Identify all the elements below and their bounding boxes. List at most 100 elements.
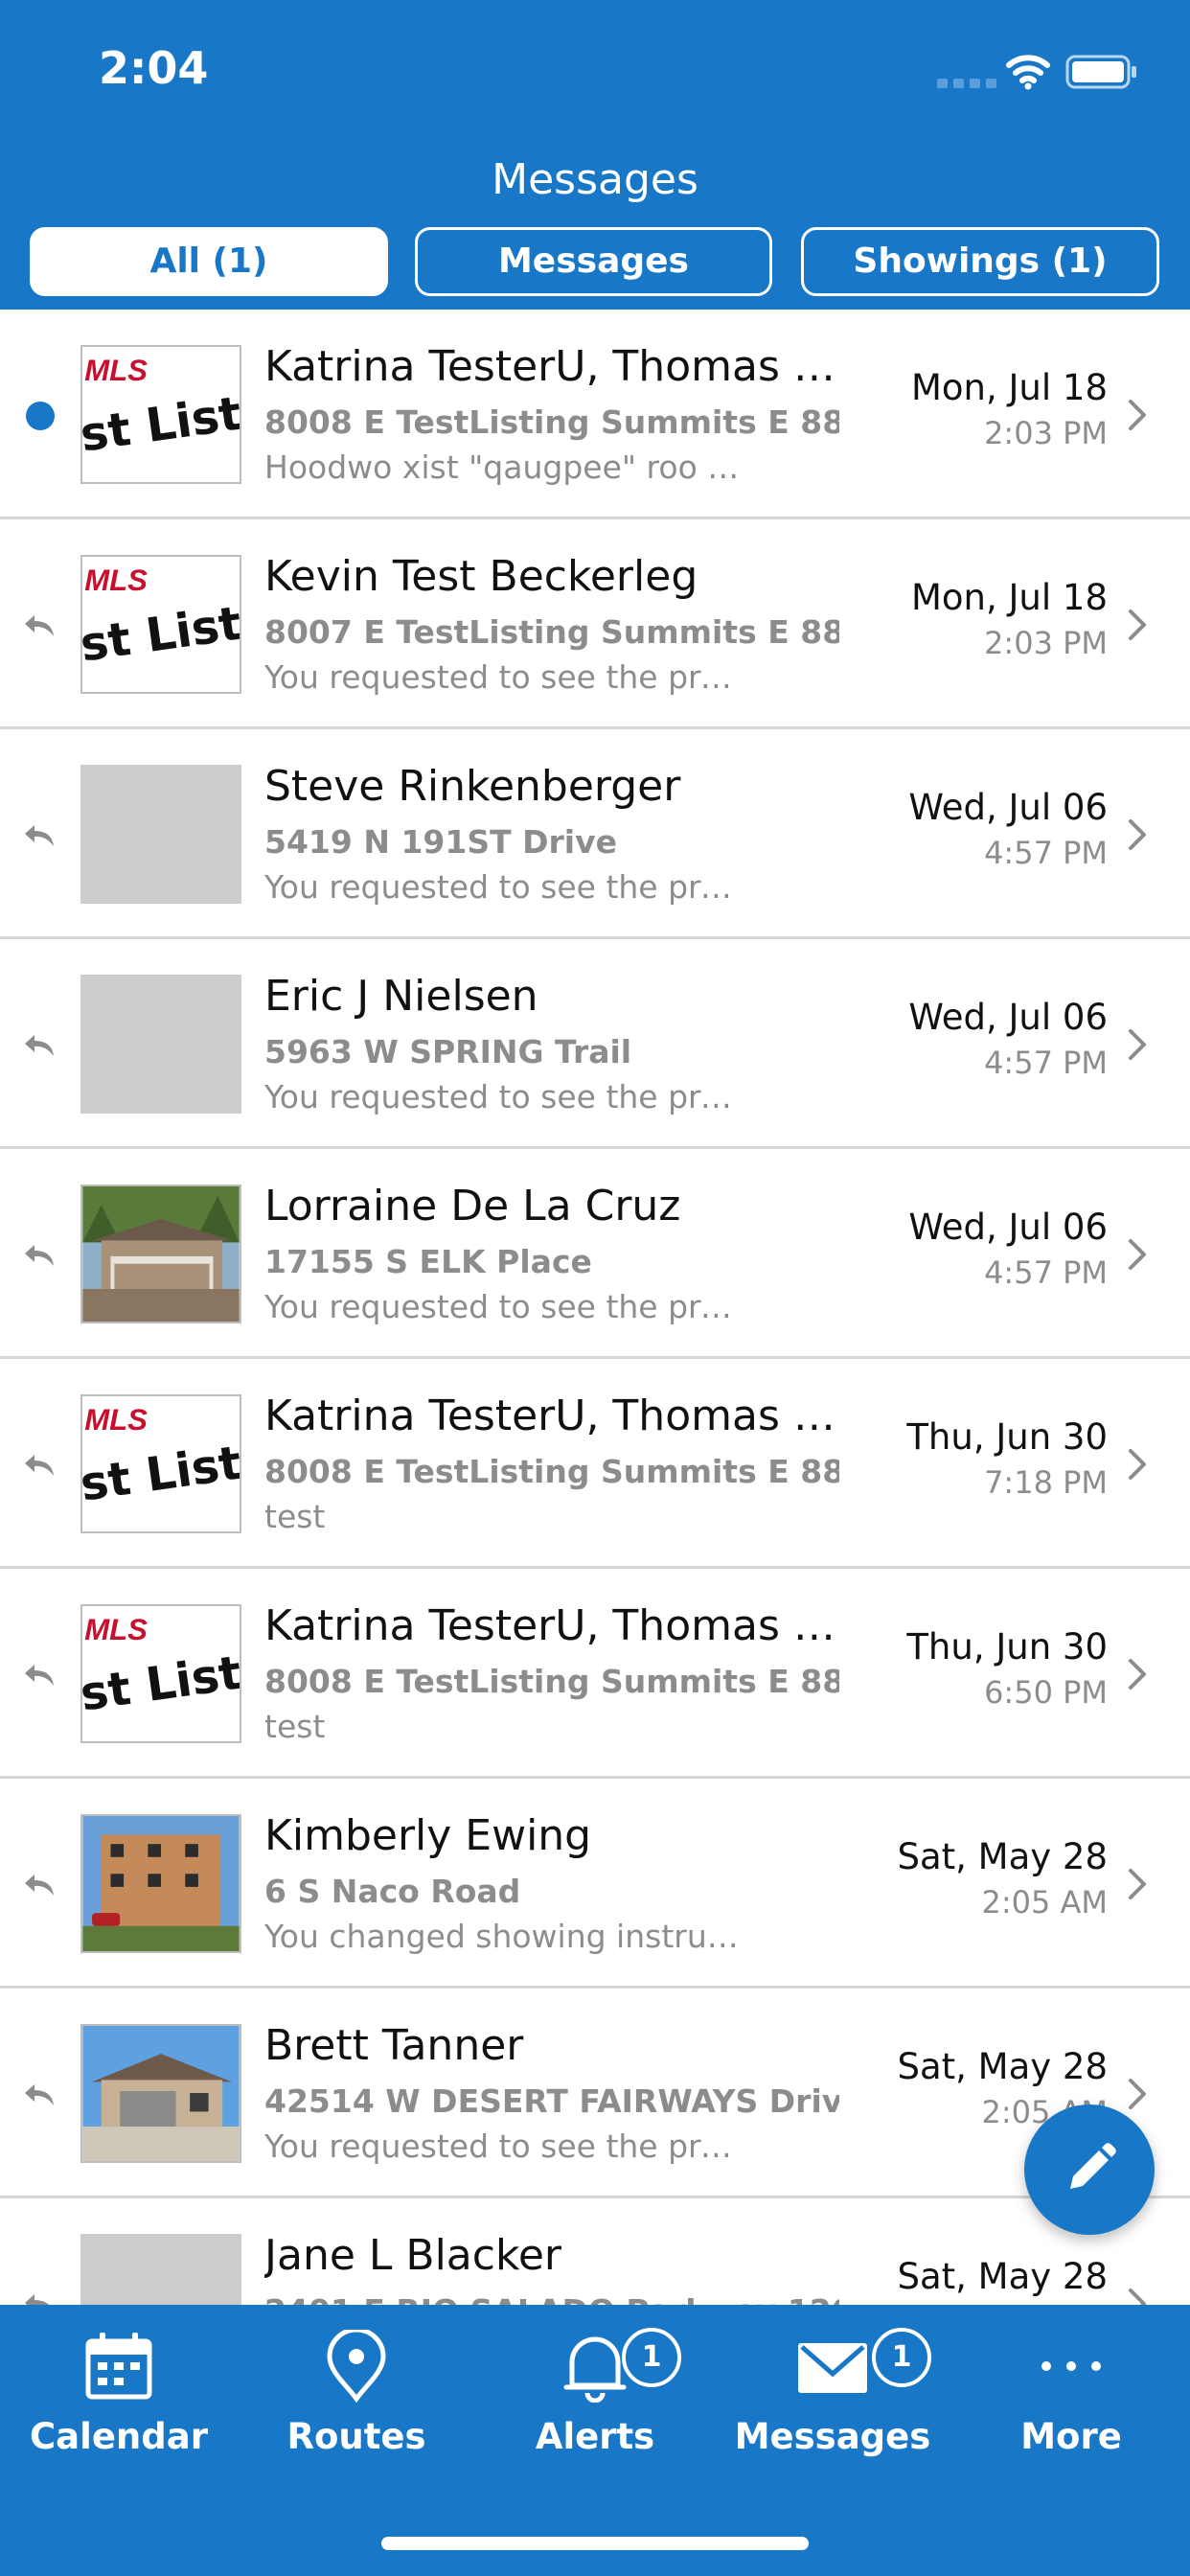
reply-icon <box>25 1035 54 1056</box>
calendar-icon <box>85 2333 152 2400</box>
map-pin-icon <box>327 2330 386 2403</box>
message-row[interactable]: MLS st Listin Katrina TesterU, Thomas Te… <box>0 310 1190 519</box>
message-date: Thu, Jun 30 <box>906 1416 1108 1458</box>
message-row[interactable]: Lorraine De La Cruz 17155 S ELK Place Yo… <box>0 1149 1190 1359</box>
contact-name: Kimberly Ewing <box>264 1811 592 1860</box>
listing-address: 8008 E TestListing Summits E 88 <box>264 1663 839 1700</box>
contact-name: Katrina TesterU, Thomas Te… <box>264 1601 851 1650</box>
message-date: Mon, Jul 18 <box>910 577 1108 618</box>
message-time: 7:18 PM <box>984 1464 1108 1501</box>
status-time: 2:04 <box>99 42 209 94</box>
compose-button[interactable] <box>1024 2104 1155 2235</box>
chevron-right-icon <box>1129 1659 1146 1690</box>
message-date: Wed, Jul 06 <box>908 1207 1108 1248</box>
more-dots-icon <box>1041 2361 1101 2371</box>
listing-address: 17155 S ELK Place <box>264 1243 592 1280</box>
listing-address: 8008 E TestListing Summits E 88 <box>264 403 839 441</box>
listing-thumbnail: MLS st Listin <box>80 1604 241 1743</box>
bell-icon <box>563 2336 627 2403</box>
message-row[interactable]: Brett Tanner 42514 W DESERT FAIRWAYS Dri… <box>0 1989 1190 2198</box>
chevron-right-icon <box>1129 2079 1146 2109</box>
contact-name: Katrina TesterU, Thomas Te… <box>264 342 851 391</box>
house-photo-thumbnail <box>82 2026 240 2161</box>
message-date: Sat, May 28 <box>897 1836 1108 1877</box>
listing-thumbnail <box>80 2024 241 2163</box>
listing-address: 8007 E TestListing Summits E 88 <box>264 613 839 651</box>
message-preview: You requested to see the prope… <box>264 2128 744 2165</box>
listing-thumbnail <box>80 975 241 1114</box>
message-date: Sat, May 28 <box>897 2046 1108 2087</box>
message-time: 6:50 PM <box>984 1674 1108 1711</box>
message-time: 4:57 PM <box>984 1045 1108 1081</box>
messages-badge: 1 <box>872 2328 931 2387</box>
chevron-right-icon <box>1129 2288 1146 2305</box>
unread-dot <box>26 402 55 430</box>
building-photo-thumbnail <box>82 1816 240 1951</box>
segment-showings[interactable]: Showings (1) <box>801 227 1159 296</box>
message-preview: Hoodwo xist "qaugpee" roo sti… <box>264 448 744 486</box>
message-date: Wed, Jul 06 <box>908 997 1108 1038</box>
message-time: 4:57 PM <box>984 835 1108 871</box>
contact-name: Steve Rinkenberger <box>264 762 681 811</box>
listing-address: 5419 N 191ST Drive <box>264 823 617 861</box>
listing-thumbnail <box>80 1184 241 1323</box>
chevron-right-icon <box>1129 1449 1146 1480</box>
message-row[interactable]: Kimberly Ewing 6 S Naco Road You changed… <box>0 1779 1190 1989</box>
listing-address: 2401 E RIO SALADO Parkway 1208 <box>264 2292 839 2305</box>
tab-more[interactable]: More <box>952 2305 1190 2496</box>
tab-label-more: More <box>1020 2416 1122 2457</box>
alerts-badge: 1 <box>622 2328 681 2387</box>
tab-messages[interactable]: 1 Messages <box>714 2305 951 2496</box>
contact-name: Brett Tanner <box>264 2021 524 2070</box>
message-row[interactable]: Eric J Nielsen 5963 W SPRING Trail You r… <box>0 939 1190 1149</box>
reply-icon <box>25 1455 54 1476</box>
tab-bar: Calendar Routes 1 Alerts 1 Messages More <box>0 2305 1190 2576</box>
envelope-icon <box>798 2343 867 2393</box>
listing-address: 6 S Naco Road <box>264 1873 521 1910</box>
message-date: Mon, Jul 18 <box>910 367 1108 408</box>
listing-address: 5963 W SPRING Trail <box>264 1033 632 1070</box>
listing-thumbnail <box>80 2234 241 2305</box>
message-row[interactable]: MLS st Listin Katrina TesterU, Thomas Te… <box>0 1359 1190 1569</box>
tab-routes[interactable]: Routes <box>238 2305 475 2496</box>
listing-address: 8008 E TestListing Summits E 88 <box>264 1453 839 1490</box>
message-time: 2:05 AM <box>981 1884 1108 1920</box>
message-preview: You requested to see the prop… <box>264 868 744 906</box>
chevron-right-icon <box>1129 819 1146 850</box>
message-preview: test <box>264 1708 326 1745</box>
mls-listing-thumbnail: MLS st Listin <box>82 557 240 692</box>
message-preview: You requested to see the prop… <box>264 1288 744 1325</box>
mls-listing-thumbnail: MLS st Listin <box>82 347 240 482</box>
chevron-right-icon <box>1129 1869 1146 1899</box>
wifi-icon <box>1006 55 1050 90</box>
reply-icon <box>25 1245 54 1266</box>
tab-calendar[interactable]: Calendar <box>0 2305 238 2496</box>
message-preview: You requested to see the prop… <box>264 1078 744 1116</box>
segment-messages[interactable]: Messages <box>415 227 772 296</box>
chevron-right-icon <box>1129 1029 1146 1060</box>
message-row[interactable]: Steve Rinkenberger 5419 N 191ST Drive Yo… <box>0 729 1190 939</box>
contact-name: Eric J Nielsen <box>264 972 538 1021</box>
reply-icon <box>25 2084 54 2105</box>
message-date: Thu, Jun 30 <box>906 1626 1108 1668</box>
message-date: Sat, May 28 <box>897 2256 1108 2297</box>
message-row[interactable]: MLS st Listin Kevin Test Beckerleg 8007 … <box>0 519 1190 729</box>
reply-icon <box>25 1874 54 1896</box>
segment-all[interactable]: All (1) <box>30 227 388 296</box>
message-time: 2:03 PM <box>984 415 1108 451</box>
tab-alerts[interactable]: 1 Alerts <box>476 2305 714 2496</box>
message-row[interactable]: MLS st Listin Katrina TesterU, Thomas Te… <box>0 1569 1190 1779</box>
contact-name: Jane L Blacker <box>264 2231 562 2280</box>
chevron-right-icon <box>1129 1239 1146 1270</box>
message-preview: You changed showing instructi… <box>264 1918 744 1955</box>
message-list: MLS st Listin Katrina TesterU, Thomas Te… <box>0 310 1190 2305</box>
battery-icon <box>1065 55 1136 89</box>
chevron-right-icon <box>1129 400 1146 430</box>
reply-icon <box>25 1665 54 1686</box>
listing-thumbnail: MLS st Listin <box>80 1394 241 1533</box>
message-row[interactable]: Jane L Blacker 2401 E RIO SALADO Parkway… <box>0 2198 1190 2305</box>
tab-label-routes: Routes <box>286 2416 426 2457</box>
top-bar: 2:04 Messages All (1) Messages Showings … <box>0 0 1190 310</box>
tab-label-calendar: Calendar <box>30 2416 208 2457</box>
listing-thumbnail <box>80 1814 241 1953</box>
